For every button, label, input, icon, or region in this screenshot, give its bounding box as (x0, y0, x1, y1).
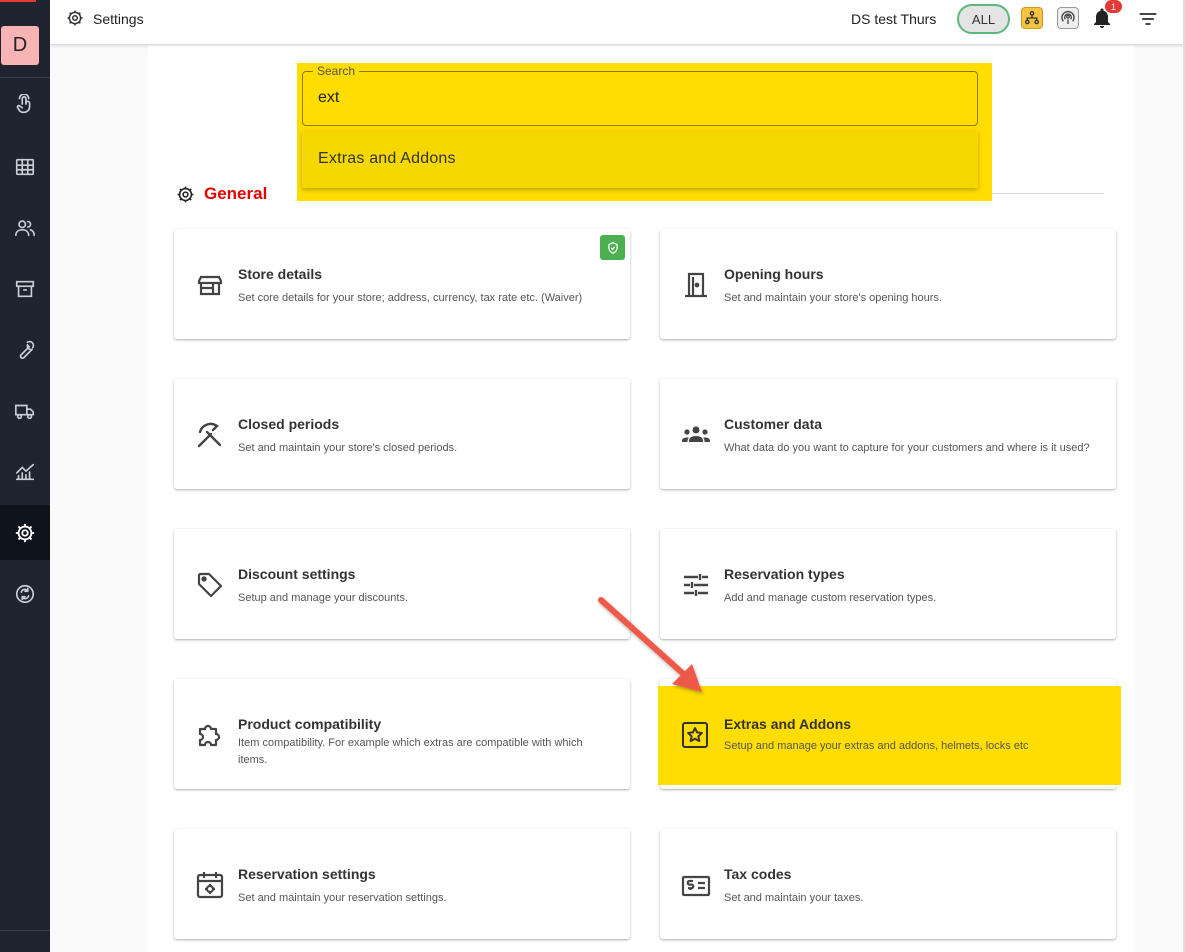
sync-icon (15, 584, 35, 604)
avatar[interactable]: D (1, 26, 39, 65)
card-opening-hours[interactable]: Opening hours Set and maintain your stor… (660, 229, 1116, 339)
topbar: Settings DS test Thurs ALL 1 (50, 0, 1185, 45)
card-title: Tax codes (724, 866, 792, 882)
card-customer-data[interactable]: Customer data What data do you want to c… (660, 379, 1116, 489)
card-description: Set and maintain your taxes. (724, 892, 864, 904)
card-description: Setup and manage your discounts. (238, 592, 409, 604)
podcast-icon (1061, 10, 1075, 24)
sidebar-divider (0, 930, 50, 931)
card-title: Closed periods (238, 416, 340, 432)
card-store-details[interactable]: Store details Set core details for your … (174, 229, 630, 339)
card-title: Extras and Addons (724, 716, 852, 732)
annotation-arrow-icon (598, 597, 702, 692)
sidebar-item-wrench[interactable] (0, 330, 50, 370)
users-icon (15, 220, 35, 237)
grid-icon (15, 158, 35, 176)
card-title: Opening hours (724, 266, 824, 282)
gear-icon (15, 523, 35, 542)
search-value[interactable]: ext (318, 89, 339, 107)
notification-badge: 1 (1105, 0, 1122, 13)
analytics-icon (15, 463, 35, 481)
store-name[interactable]: DS test Thurs (851, 11, 936, 27)
beach-umbrella-off-icon (197, 422, 222, 448)
card-title: Reservation settings (238, 866, 376, 882)
scope-toggle-button[interactable]: ALL (957, 4, 1010, 34)
gear-icon (67, 10, 83, 26)
groups-icon (682, 426, 710, 442)
card-description: Set and maintain your store's opening ho… (724, 292, 942, 304)
sidebar-item-archive[interactable] (0, 269, 50, 309)
card-title: Discount settings (238, 566, 356, 582)
org-chart-icon (1025, 11, 1039, 25)
calendar-gear-icon (196, 872, 224, 899)
podcast-button[interactable] (1057, 7, 1079, 29)
card-title: Reservation types (724, 566, 845, 582)
sidebar-item-sync[interactable] (0, 574, 50, 614)
card-reservation-settings[interactable]: Reservation settings Set and maintain yo… (174, 829, 630, 939)
card-description: Setup and manage your extras and addons,… (724, 740, 1029, 752)
page-title: Settings (93, 11, 144, 27)
card-title: Product compatibility (238, 716, 382, 732)
archive-icon (15, 280, 35, 298)
search-input[interactable] (302, 71, 978, 126)
card-description: Set and maintain your reservation settin… (238, 892, 447, 904)
tax-icon (681, 875, 711, 897)
sidebar-item-touch[interactable] (0, 85, 50, 125)
card-title: Store details (238, 266, 323, 282)
shield-icon (607, 241, 618, 254)
card-title: Customer data (724, 416, 823, 432)
tag-icon (197, 572, 223, 598)
sidebar-item-analytics[interactable] (0, 452, 50, 492)
card-closed-periods[interactable]: Closed periods Set and maintain your sto… (174, 379, 630, 489)
shield-badge[interactable] (600, 235, 625, 260)
sidebar-divider (0, 77, 50, 78)
card-discount-settings[interactable]: Discount settings Setup and manage your … (174, 529, 630, 639)
sidebar-item-grid[interactable] (0, 147, 50, 187)
card-description: Item compatibility. For example which ex… (238, 737, 583, 766)
org-chart-button[interactable] (1021, 7, 1043, 29)
gear-icon (177, 186, 194, 203)
section-title: General (204, 184, 268, 203)
card-description: What data do you want to capture for you… (724, 442, 1090, 454)
search-suggestion-label: Extras and Addons (318, 150, 456, 167)
filter-icon[interactable] (1137, 9, 1159, 29)
truck-icon (15, 404, 35, 420)
card-description: Set and maintain your store's closed per… (238, 442, 458, 454)
section-divider (992, 193, 1104, 194)
card-extras-and-addons-highlight[interactable]: Extras and Addons Setup and manage your … (658, 686, 1121, 785)
card-tax-codes[interactable]: Tax codes Set and maintain your taxes. (660, 829, 1116, 939)
search-suggestion[interactable]: Extras and Addons (302, 130, 978, 188)
sidebar-item-truck[interactable] (0, 391, 50, 431)
card-product-compatibility[interactable]: Product compatibility Item compatibility… (174, 679, 630, 789)
card-reservation-types[interactable]: Reservation types Add and manage custom … (660, 529, 1116, 639)
wrench-icon (19, 340, 35, 359)
star-box-icon (682, 722, 708, 748)
sidebar-item-settings[interactable] (0, 505, 50, 560)
puzzle-icon (198, 724, 221, 747)
sidebar-accent (0, 0, 36, 2)
store-icon (197, 275, 223, 296)
sidebar: D (0, 0, 50, 952)
card-description: Add and manage custom reservation types. (724, 592, 937, 604)
door-icon (685, 272, 707, 298)
sidebar-item-users[interactable] (0, 208, 50, 248)
touch-icon (16, 94, 31, 114)
card-description: Set core details for your store; address… (238, 292, 583, 304)
search-label: Search (313, 64, 360, 78)
